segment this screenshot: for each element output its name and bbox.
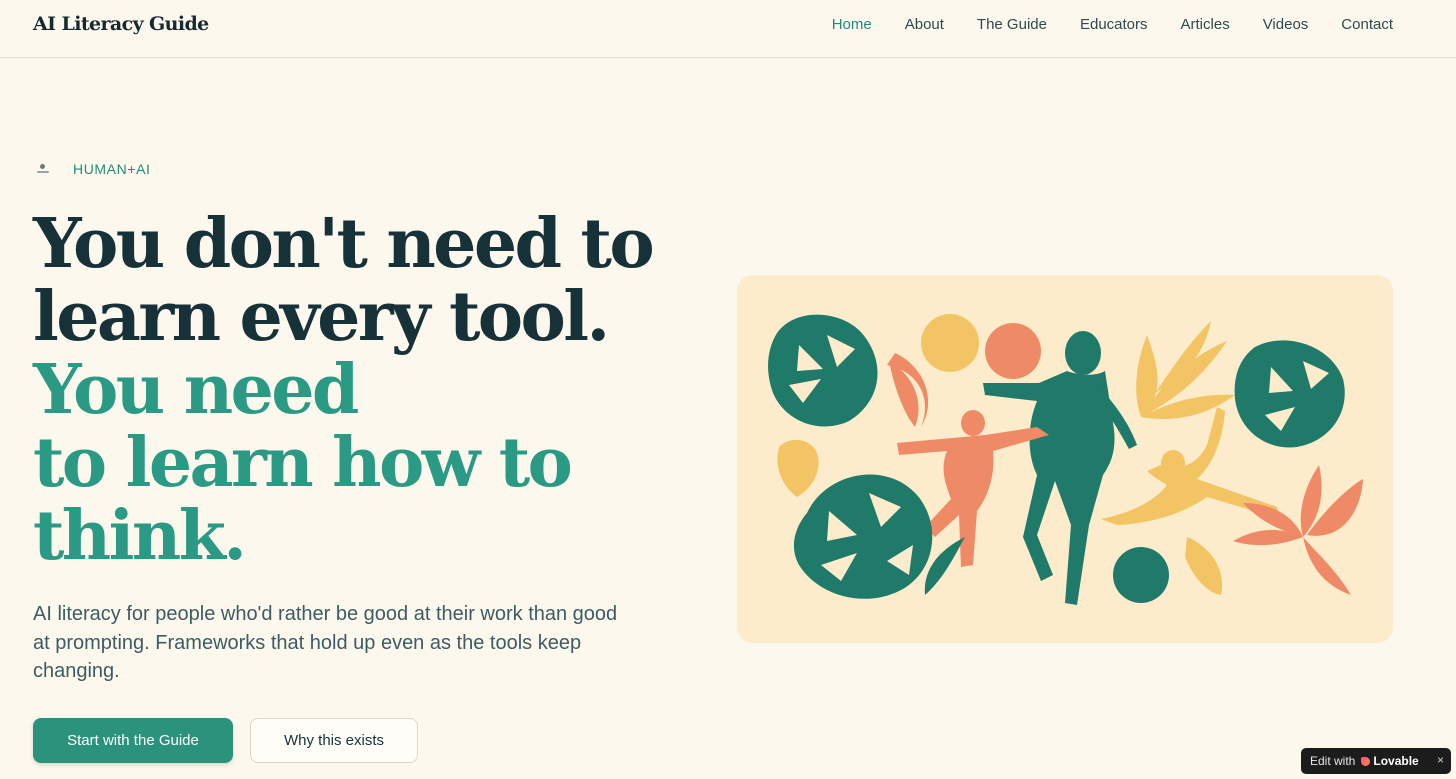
green-circle xyxy=(1113,547,1169,603)
site-header: AI Literacy Guide Home About The Guide E… xyxy=(0,0,1456,58)
coral-sun xyxy=(985,323,1041,379)
hero-lead: AI literacy for people who'd rather be g… xyxy=(33,603,618,682)
yellow-leaf-bottom xyxy=(1185,537,1223,595)
hero-illustration xyxy=(737,275,1393,643)
badge-edit-label: Edit with xyxy=(1310,754,1356,768)
monstera-leaf-right xyxy=(1234,340,1345,448)
lovable-heart-icon xyxy=(1361,756,1371,766)
yellow-leaf-top-right xyxy=(1136,321,1235,419)
headline-line-4: to learn how to xyxy=(33,423,573,503)
nav-articles[interactable]: Articles xyxy=(1181,16,1230,33)
nav-videos[interactable]: Videos xyxy=(1263,16,1309,33)
nav-educators[interactable]: Educators xyxy=(1080,16,1148,33)
brand-logo[interactable]: AI Literacy Guide xyxy=(33,13,209,35)
nav-about[interactable]: About xyxy=(905,16,944,33)
nav-the-guide[interactable]: The Guide xyxy=(977,16,1047,33)
headline-line-3: You need xyxy=(33,350,359,430)
hero-eyebrow: HUMAN+AI xyxy=(36,161,151,177)
monstera-leaf-bottom-left xyxy=(793,474,933,599)
hero-headline: You don't need to learn every tool. You … xyxy=(33,208,673,573)
edit-with-lovable-badge[interactable]: Edit with Lovable × xyxy=(1301,748,1451,774)
monstera-leaf-top-left xyxy=(768,314,878,427)
nav-contact[interactable]: Contact xyxy=(1341,16,1393,33)
close-icon[interactable]: × xyxy=(1437,753,1444,767)
yellow-sun xyxy=(921,314,979,372)
why-exists-button[interactable]: Why this exists xyxy=(250,718,418,763)
human-ai-icon xyxy=(36,162,50,176)
eyebrow-label: HUMAN+AI xyxy=(73,161,151,177)
headline-line-1: You don't need to xyxy=(33,204,655,284)
headline-line-2: learn every tool. xyxy=(33,277,610,357)
coral-leaf-bottom-right xyxy=(1233,465,1363,595)
badge-brand: Lovable xyxy=(1373,754,1419,768)
cutout-illustration xyxy=(768,314,1363,605)
yellow-blob-left xyxy=(777,439,819,497)
headline-line-5: think. xyxy=(33,496,247,576)
start-guide-button[interactable]: Start with the Guide xyxy=(33,718,233,763)
nav-home[interactable]: Home xyxy=(832,16,872,33)
main-nav: Home About The Guide Educators Articles … xyxy=(832,16,1393,33)
